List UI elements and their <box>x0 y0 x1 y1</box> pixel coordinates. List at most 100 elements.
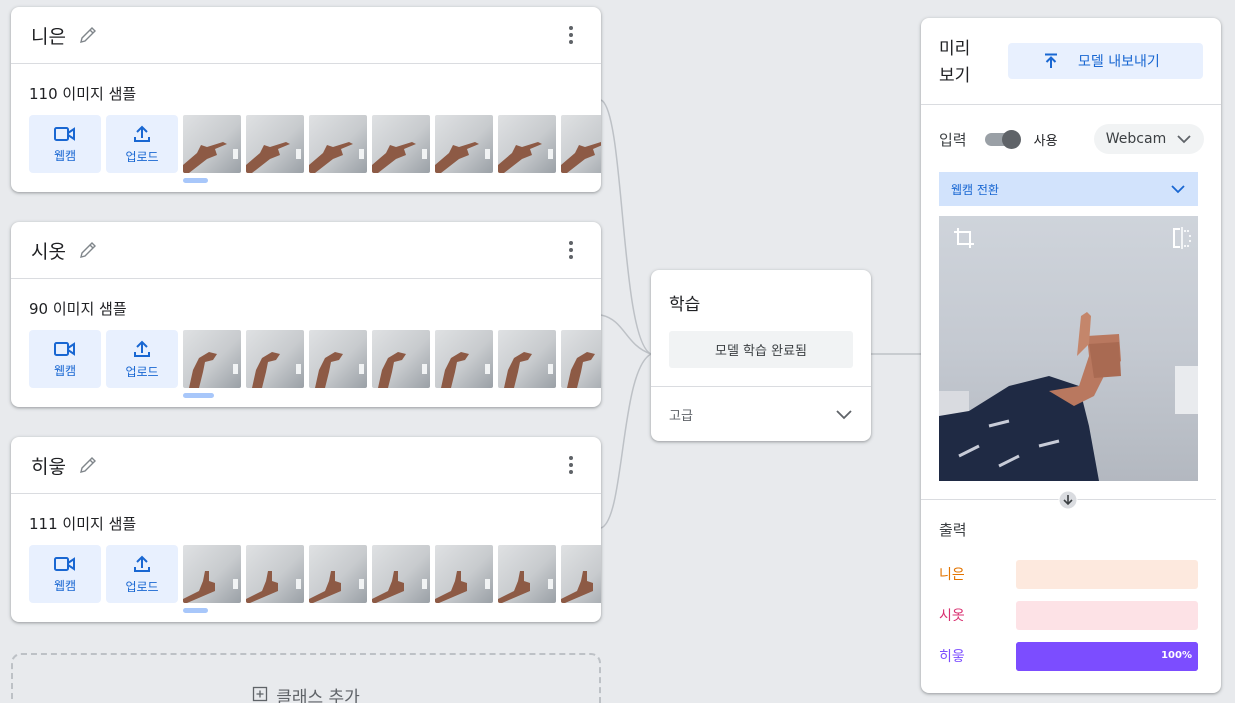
upload-button-label: 업로드 <box>125 364 159 379</box>
crop-icon[interactable] <box>953 227 975 249</box>
sample-count: 90 이미지 샘플 <box>29 300 127 318</box>
input-toggle[interactable] <box>984 130 1021 149</box>
training-card: 학습 모델 학습 완료됨 고급 <box>651 270 871 441</box>
strip-scroll-indicator[interactable] <box>183 608 208 613</box>
add-box-icon <box>253 686 268 702</box>
sample-thumbnail[interactable] <box>372 115 430 173</box>
upload-icon <box>134 340 150 357</box>
sample-thumbnail[interactable] <box>246 115 304 173</box>
sample-thumbnail[interactable] <box>498 330 556 388</box>
sample-thumbnail[interactable] <box>561 115 601 173</box>
advanced-label: 고급 <box>669 408 693 424</box>
training-title: 학습 <box>669 295 701 315</box>
export-upload-icon <box>1045 53 1057 68</box>
sample-thumbnail[interactable] <box>498 545 556 603</box>
sample-thumbnail[interactable] <box>561 545 601 603</box>
advanced-toggle[interactable]: 고급 <box>651 386 871 441</box>
sample-thumbnail[interactable] <box>309 545 367 603</box>
export-model-button[interactable]: 모델 내보내기 <box>1008 43 1203 79</box>
input-source-value: Webcam <box>1105 131 1167 147</box>
sample-count: 110 이미지 샘플 <box>29 85 137 103</box>
class-card-1: 니은 110 이미지 샘플 웹캠 업로드 <box>11 7 601 192</box>
sample-thumbnail[interactable] <box>435 330 493 388</box>
sample-thumbnail[interactable] <box>183 115 241 173</box>
sample-thumbnail[interactable] <box>498 115 556 173</box>
output-row: 니은 <box>939 559 1199 589</box>
export-model-label: 모델 내보내기 <box>1078 54 1160 70</box>
toggle-label: 사용 <box>1033 133 1058 149</box>
more-options-icon[interactable] <box>561 240 581 260</box>
video-camera-icon <box>54 556 75 571</box>
more-options-icon[interactable] <box>561 455 581 475</box>
sample-thumbnail[interactable] <box>246 330 304 388</box>
webcam-button-label: 웹캠 <box>53 578 77 593</box>
preview-header: 미리 보기 모델 내보내기 <box>921 18 1221 105</box>
train-model-button[interactable]: 모델 학습 완료됨 <box>669 331 853 368</box>
arrow-down-circle-icon <box>1058 490 1078 510</box>
add-class-label: 클래스 추가 <box>276 688 360 703</box>
strip-scroll-indicator[interactable] <box>183 393 214 398</box>
sample-thumbnail[interactable] <box>435 545 493 603</box>
more-options-icon[interactable] <box>561 25 581 45</box>
chevron-down-icon <box>1171 185 1185 194</box>
upload-button-label: 업로드 <box>125 579 159 594</box>
video-camera-icon <box>54 341 75 356</box>
video-camera-icon <box>54 126 75 141</box>
output-title: 출력 <box>939 521 967 539</box>
sample-count: 111 이미지 샘플 <box>29 515 137 533</box>
preview-card: 미리 보기 모델 내보내기 입력 사용 Webcam 웹캠 전환 출력 니은 시… <box>921 18 1221 693</box>
switch-webcam-label: 웹캠 전환 <box>951 182 999 197</box>
upload-button-label: 업로드 <box>125 149 159 164</box>
class-name[interactable]: 시옷 <box>31 237 66 264</box>
output-label: 히읗 <box>939 649 965 665</box>
edit-pencil-icon[interactable] <box>78 25 98 45</box>
upload-icon <box>134 125 150 142</box>
webcam-button[interactable]: 웹캠 <box>29 330 101 388</box>
sample-thumbnail[interactable] <box>372 330 430 388</box>
sample-thumbnail[interactable] <box>183 545 241 603</box>
sample-strip: 웹캠 업로드 <box>29 115 601 173</box>
upload-button[interactable]: 업로드 <box>106 330 178 388</box>
class-name[interactable]: 니은 <box>31 22 66 49</box>
webcam-preview <box>939 216 1198 481</box>
class-card-2: 시옷 90 이미지 샘플 웹캠 업로드 <box>11 222 601 407</box>
edit-pencil-icon[interactable] <box>78 240 98 260</box>
class-name[interactable]: 히읗 <box>31 452 66 479</box>
upload-button[interactable]: 업로드 <box>106 115 178 173</box>
output-label: 시옷 <box>939 608 965 624</box>
edit-pencil-icon[interactable] <box>78 455 98 475</box>
input-label: 입력 <box>939 130 967 149</box>
webcam-button-label: 웹캠 <box>53 148 77 163</box>
input-source-select[interactable]: Webcam <box>1094 124 1204 154</box>
sample-thumbnail[interactable] <box>309 115 367 173</box>
output-row: 시옷 <box>939 600 1199 630</box>
add-class-button[interactable]: 클래스 추가 <box>11 653 601 703</box>
sample-strip: 웹캠 업로드 <box>29 545 601 603</box>
class-header: 시옷 <box>11 222 601 279</box>
confidence-percent: 100% <box>1161 649 1192 661</box>
webcam-button-label: 웹캠 <box>53 363 77 378</box>
chevron-down-icon <box>836 410 852 420</box>
output-row: 히읗 100% <box>939 641 1199 671</box>
output-label: 니은 <box>939 567 965 583</box>
webcam-button[interactable]: 웹캠 <box>29 545 101 603</box>
sample-thumbnail[interactable] <box>561 330 601 388</box>
sample-thumbnail[interactable] <box>435 115 493 173</box>
strip-scroll-indicator[interactable] <box>183 178 208 183</box>
sample-strip: 웹캠 업로드 <box>29 330 601 388</box>
sample-thumbnail[interactable] <box>372 545 430 603</box>
sample-thumbnail[interactable] <box>246 545 304 603</box>
sample-thumbnail[interactable] <box>183 330 241 388</box>
flip-icon[interactable] <box>1172 227 1192 249</box>
sample-thumbnail[interactable] <box>309 330 367 388</box>
switch-webcam-dropdown[interactable]: 웹캠 전환 <box>939 172 1198 206</box>
confidence-bar <box>1016 559 1198 589</box>
upload-icon <box>134 555 150 572</box>
confidence-bar: 100% <box>1016 641 1198 671</box>
chevron-down-icon <box>1177 135 1191 144</box>
upload-button[interactable]: 업로드 <box>106 545 178 603</box>
class-header: 히읗 <box>11 437 601 494</box>
webcam-button[interactable]: 웹캠 <box>29 115 101 173</box>
preview-title: 미리 보기 <box>939 39 971 86</box>
input-row: 입력 사용 Webcam <box>939 124 1204 154</box>
